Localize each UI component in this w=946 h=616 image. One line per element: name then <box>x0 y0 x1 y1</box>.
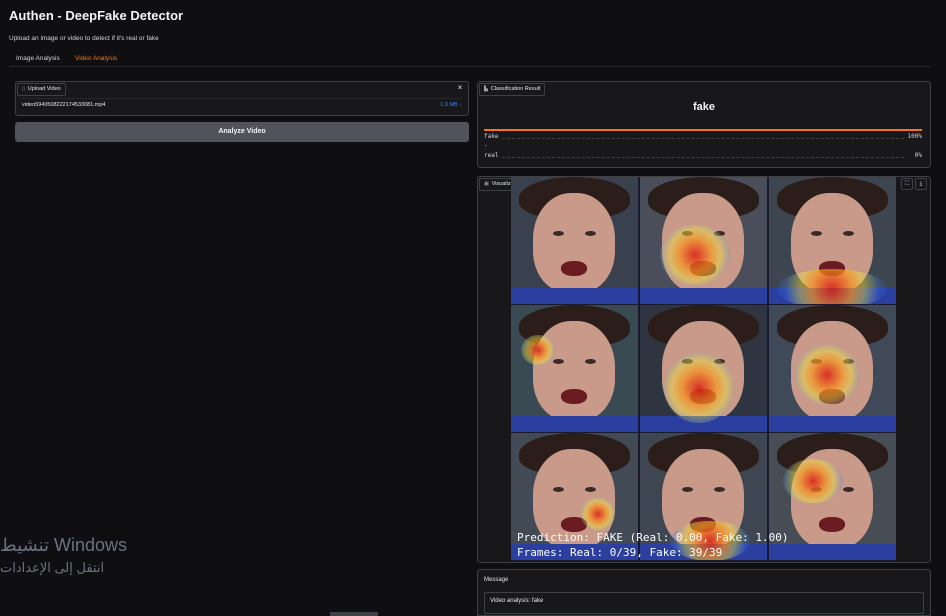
message-textbox: Video analysis: fake <box>484 592 924 614</box>
windows-activation-subtext: انتقل إلى الإعدادات <box>0 560 105 575</box>
tab-bar: Image Analysis Video Analysis <box>9 51 931 67</box>
prediction-text: Prediction: FAKE (Real: 0.00, Fake: 1.00… <box>517 531 789 544</box>
video-frame-tile <box>769 305 896 432</box>
confidence-label: real <box>484 152 501 159</box>
heatmap-overlay <box>777 269 887 304</box>
message-text: Video analysis: fake <box>490 598 544 604</box>
video-frame-tile <box>640 305 767 432</box>
message-panel: Message Video analysis: fake <box>477 569 931 616</box>
app-title: Authen - DeepFake Detector <box>9 8 184 23</box>
image-icon: ▣ <box>484 181 489 187</box>
download-icon[interactable]: ⤓ <box>915 178 927 190</box>
file-icon: ▯ <box>22 86 25 92</box>
heatmap-overlay <box>660 225 730 285</box>
windows-activation-watermark: تنشيط Windows <box>0 535 128 555</box>
video-frame-tile <box>640 177 767 304</box>
file-name: video5940508222174533081.mp4 <box>22 102 106 108</box>
classification-result-panel: ▙ Classification Result fake fake 100% . … <box>477 81 931 168</box>
upload-label-text: Upload Video <box>27 86 61 92</box>
video-frame-tile <box>511 177 638 304</box>
heatmap-overlay <box>581 497 615 531</box>
video-frame-tile <box>511 305 638 432</box>
uploaded-file-row: video5940508222174533081.mp4 1.9 MB ↓ <box>22 98 462 113</box>
separator-dot: . <box>484 141 488 148</box>
gradcam-frame-grid <box>511 177 896 561</box>
video-frame-tile <box>769 177 896 304</box>
prediction-overlay: Prediction: FAKE (Real: 0.00, Fake: 1.00… <box>517 530 789 560</box>
confidence-bar-fill <box>484 129 922 131</box>
tab-divider <box>9 66 931 67</box>
analyze-video-button[interactable]: Analyze Video <box>15 122 469 142</box>
leader-dots <box>502 157 904 158</box>
classification-panel-label: ▙ Classification Result <box>479 83 546 96</box>
heatmap-overlay <box>795 345 859 405</box>
confidence-bar <box>484 129 922 131</box>
label-icon: ▙ <box>484 86 488 92</box>
close-icon[interactable]: × <box>455 83 465 93</box>
confidence-value: 100% <box>905 133 922 140</box>
tab-image-analysis[interactable]: Image Analysis <box>9 51 67 66</box>
heatmap-overlay <box>521 335 555 365</box>
confidence-label: fake <box>484 133 501 140</box>
fullscreen-icon[interactable]: ⛶ <box>901 178 913 190</box>
visualization-toolbar: ⛶ ⤓ <box>899 178 927 190</box>
classification-top-label: fake <box>692 101 716 113</box>
app-subtitle: Upload an image or video to detect if it… <box>9 35 159 42</box>
tab-video-analysis[interactable]: Video Analysis <box>68 51 125 67</box>
horizontal-scrollbar[interactable] <box>330 612 378 616</box>
classification-label-text: Classification Result <box>490 86 541 92</box>
upload-panel-label: ▯ Upload Video <box>17 83 66 96</box>
message-label: Message <box>484 577 509 583</box>
file-size-download-link[interactable]: 1.9 MB ↓ <box>440 102 462 108</box>
heatmap-overlay <box>664 353 734 423</box>
video-upload-panel[interactable]: ▯ Upload Video × video5940508222174533081… <box>15 81 469 116</box>
frames-count-text: Frames: Real: 0/39, Fake: 39/39 <box>517 546 723 559</box>
heatmap-overlay <box>783 459 843 503</box>
leader-dots <box>502 138 904 139</box>
confidence-value: 0% <box>912 152 922 159</box>
